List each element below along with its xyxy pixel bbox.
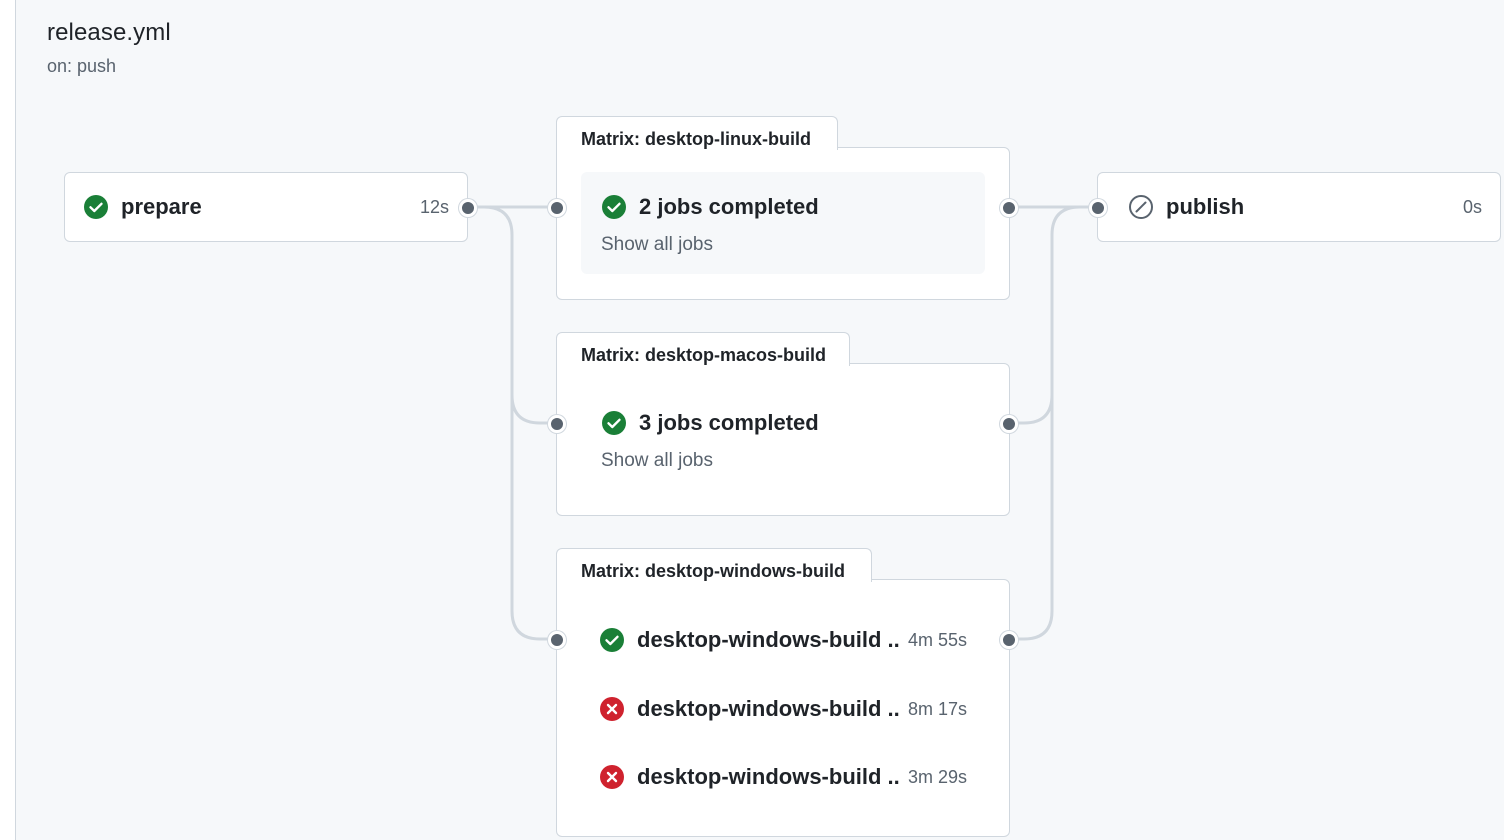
- matrix-tab-linux: Matrix: desktop-linux-build: [556, 116, 838, 150]
- matrix-job-duration: 4m 55s: [907, 629, 967, 650]
- matrix-group-windows: desktop-windows-build ... 4m 55s desktop…: [556, 579, 1010, 837]
- matrix-summary-linux[interactable]: 2 jobs completed Show all jobs: [581, 172, 985, 274]
- connector-dot-macos-out: [1000, 415, 1018, 433]
- show-all-jobs-link[interactable]: Show all jobs: [601, 450, 965, 472]
- matrix-summary-label: 2 jobs completed: [639, 194, 819, 219]
- matrix-job-name: desktop-windows-build ...: [637, 696, 900, 721]
- connector-prepare-macos: [483, 205, 556, 425]
- job-card-publish[interactable]: publish 0s: [1097, 172, 1501, 242]
- connector-dot-windows-out: [1000, 631, 1018, 649]
- connector-dot-publish-in: [1089, 199, 1107, 217]
- x-circle-icon: [599, 696, 625, 722]
- connector-dot-linux-out: [1000, 199, 1018, 217]
- job-duration: 12s: [419, 196, 449, 217]
- job-card-prepare[interactable]: prepare 12s: [64, 172, 468, 242]
- matrix-group-macos: 3 jobs completed Show all jobs: [556, 363, 1010, 516]
- x-circle-icon: [599, 764, 625, 790]
- job-name: prepare: [121, 194, 202, 219]
- matrix-tab-windows: Matrix: desktop-windows-build: [556, 548, 872, 582]
- matrix-tab-macos: Matrix: desktop-macos-build: [556, 332, 850, 366]
- matrix-job-windows-1[interactable]: desktop-windows-build ... 4m 55s: [599, 623, 967, 657]
- matrix-job-windows-3[interactable]: desktop-windows-build ... 3m 29s: [599, 760, 967, 794]
- show-all-jobs-link[interactable]: Show all jobs: [601, 234, 965, 256]
- matrix-summary-macos[interactable]: 3 jobs completed Show all jobs: [581, 388, 985, 490]
- connector-dot-windows-in: [548, 631, 566, 649]
- skip-icon: [1128, 194, 1154, 220]
- check-circle-icon: [601, 194, 627, 220]
- connector-dot-macos-in: [548, 415, 566, 433]
- job-duration: 0s: [1462, 196, 1482, 217]
- job-name: publish: [1166, 194, 1245, 219]
- check-circle-icon: [599, 627, 625, 653]
- matrix-summary-label: 3 jobs completed: [639, 410, 819, 435]
- check-circle-icon: [83, 194, 109, 220]
- matrix-job-duration: 8m 17s: [907, 698, 967, 719]
- matrix-job-duration: 3m 29s: [907, 766, 967, 787]
- matrix-job-name: desktop-windows-build ...: [637, 764, 900, 789]
- connector-dot-prepare-out: [459, 199, 477, 217]
- matrix-job-windows-2[interactable]: desktop-windows-build ... 8m 17s: [599, 692, 967, 726]
- matrix-job-name: desktop-windows-build ...: [637, 627, 900, 652]
- matrix-group-linux: 2 jobs completed Show all jobs: [556, 147, 1010, 300]
- check-circle-icon: [601, 410, 627, 436]
- connector-dot-linux-in: [548, 199, 566, 217]
